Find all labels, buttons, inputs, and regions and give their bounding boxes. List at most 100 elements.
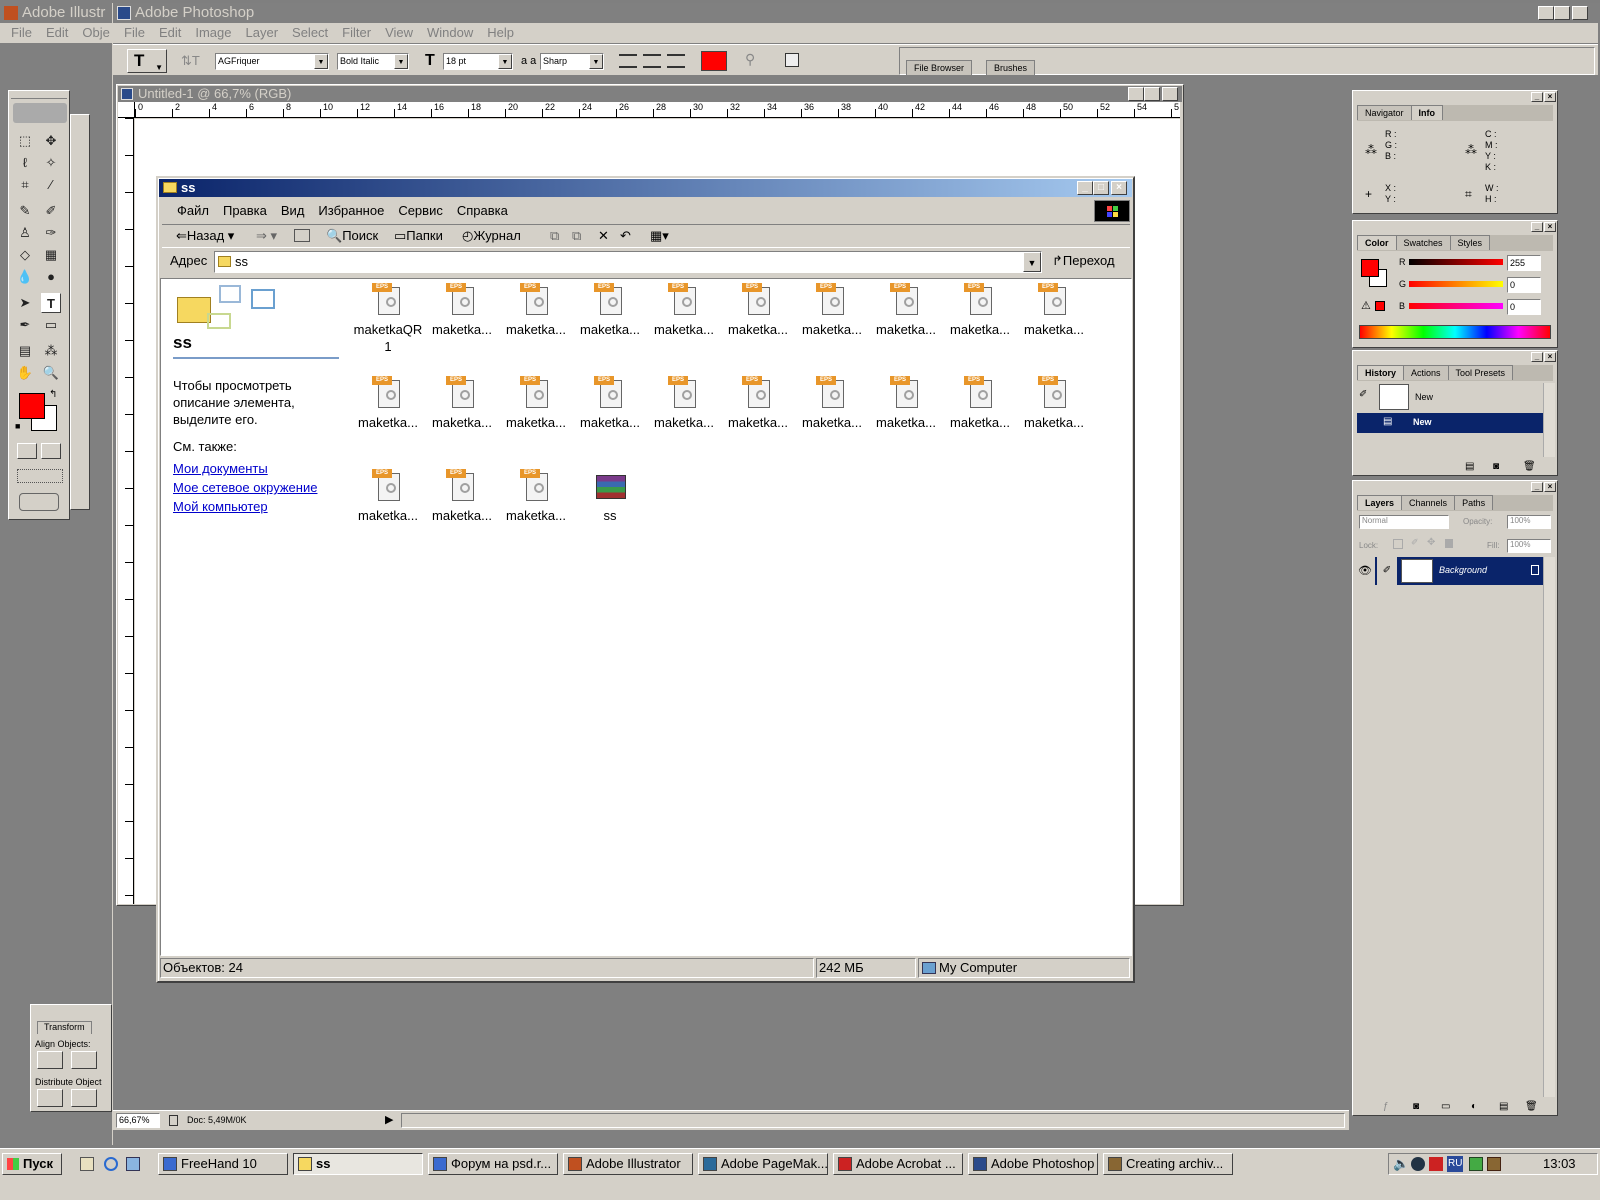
swap-colors-icon[interactable]: ↰ — [49, 389, 57, 400]
file-item[interactable]: EPS maketka... — [499, 283, 573, 338]
jump-to-imageready-button[interactable] — [19, 493, 59, 511]
file-item[interactable]: EPS maketka... — [869, 376, 943, 431]
layers-palette-close[interactable]: × — [1544, 482, 1556, 492]
font-size-select[interactable]: 18 pt ▼ — [443, 53, 513, 70]
ex-menu-edit[interactable]: Правка — [216, 200, 274, 222]
history-snapshot-icon[interactable]: ◙ — [1493, 461, 1499, 472]
shape-tool-icon[interactable]: ▭ — [41, 315, 61, 335]
tab-tool-presets[interactable]: Tool Presets — [1447, 365, 1514, 380]
tab-layers[interactable]: Layers — [1357, 495, 1403, 510]
taskbar-item[interactable]: FreeHand 10 — [158, 1153, 288, 1175]
lock-pixels-icon[interactable]: ✐ — [1411, 537, 1419, 548]
taskbar-item[interactable]: Creating archiv... — [1103, 1153, 1233, 1175]
delete-icon[interactable]: ✕ — [598, 225, 609, 247]
ex-menu-help[interactable]: Справка — [450, 200, 515, 222]
layer-visibility-eye-icon[interactable]: 👁 — [1355, 557, 1375, 585]
ps-menu-select[interactable]: Select — [285, 23, 335, 43]
toolbox-header[interactable] — [11, 93, 67, 99]
start-button[interactable]: Пуск — [2, 1153, 62, 1175]
zoom-tool-icon[interactable]: 🔍 — [41, 363, 61, 383]
ps-menu-layer[interactable]: Layer — [239, 23, 286, 43]
history-brush-icon[interactable]: ✑ — [41, 223, 61, 243]
tab-info[interactable]: Info — [1410, 105, 1444, 120]
eraser-tool-icon[interactable]: ◇ — [15, 245, 35, 265]
pen-tool-icon[interactable]: ✒ — [15, 315, 35, 335]
quickmask-mode-button[interactable] — [41, 443, 61, 459]
views-button-icon[interactable]: ▦▾ — [650, 225, 669, 247]
new-layer-icon[interactable]: ▤ — [1499, 1101, 1508, 1112]
address-input[interactable]: ss ▼ — [214, 251, 1042, 273]
color-palette-minimize[interactable]: _ — [1531, 222, 1543, 232]
history-palette-minimize[interactable]: _ — [1531, 352, 1543, 362]
history-snapshot-row[interactable]: ✐ New — [1357, 383, 1543, 411]
file-item[interactable]: EPS maketka... — [721, 283, 795, 338]
up-folder-icon[interactable] — [294, 229, 310, 242]
blur-tool-icon[interactable]: 💧 — [15, 267, 35, 287]
palettes-toggle-icon[interactable] — [785, 53, 799, 67]
layer-brush-icon[interactable]: ✐ — [1377, 557, 1397, 585]
history-button[interactable]: ◴Журнал — [462, 225, 521, 247]
screen-mode-buttons[interactable] — [17, 469, 63, 483]
file-item[interactable]: EPS maketka... — [795, 376, 869, 431]
il-menu-object[interactable]: Obje — [75, 23, 112, 43]
well-tab-brushes[interactable]: Brushes — [986, 60, 1036, 75]
antivirus-tray-icon[interactable] — [1411, 1157, 1425, 1171]
document-titlebar[interactable]: Untitled-1 @ 66,7% (RGB) _ □ × — [118, 86, 1182, 102]
stamp-tool-icon[interactable]: ♙ — [15, 223, 35, 243]
path-selection-icon[interactable]: ➤ — [15, 293, 35, 313]
color-ramp[interactable] — [1359, 325, 1551, 339]
delete-layer-icon[interactable]: 🗑 — [1525, 1101, 1538, 1112]
distribute-top-button[interactable] — [37, 1089, 63, 1107]
taskbar-item[interactable]: Adobe Acrobat ... — [833, 1153, 963, 1175]
file-item[interactable]: EPS maketka... — [499, 376, 573, 431]
ie-icon[interactable] — [104, 1157, 118, 1171]
network-tray-icon[interactable] — [1469, 1157, 1483, 1171]
zoom-field[interactable]: 66,67% — [116, 1113, 160, 1128]
b-value-field[interactable]: 0 — [1507, 299, 1541, 315]
taskbar-item[interactable]: Форум на psd.r... — [428, 1153, 558, 1175]
file-item[interactable]: EPS maketka... — [1017, 283, 1091, 338]
ps-maximize-button[interactable]: □ — [1554, 6, 1570, 20]
gamut-swatch[interactable] — [1375, 301, 1385, 311]
color-palette-close[interactable]: × — [1544, 222, 1556, 232]
explorer-close-button[interactable]: × — [1111, 181, 1127, 195]
foreground-color-swatch[interactable] — [19, 393, 45, 419]
align-center-button[interactable] — [643, 54, 661, 68]
file-item[interactable]: EPS maketka... — [647, 283, 721, 338]
ps-menu-help[interactable]: Help — [480, 23, 521, 43]
tab-channels[interactable]: Channels — [1401, 495, 1456, 510]
doc-close-button[interactable]: × — [1162, 87, 1178, 101]
opacity-field[interactable]: 100% — [1507, 515, 1551, 529]
layers-palette-minimize[interactable]: _ — [1531, 482, 1543, 492]
photoshop-titlebar[interactable]: Adobe Photoshop _ □ × — [113, 3, 1598, 23]
ps-close-button[interactable]: × — [1572, 6, 1588, 20]
explorer-titlebar[interactable]: ss _ □ × — [159, 179, 1132, 197]
taskbar-item[interactable]: ss — [293, 1153, 423, 1175]
ps-menu-view[interactable]: View — [378, 23, 420, 43]
align-hcenter-button[interactable] — [71, 1051, 97, 1069]
antialias-select[interactable]: Sharp ▼ — [540, 53, 604, 70]
well-tab-file-browser[interactable]: File Browser — [906, 60, 973, 75]
ex-menu-view[interactable]: Вид — [274, 200, 312, 222]
slice-tool-icon[interactable]: ⁄ — [41, 175, 61, 195]
file-item[interactable]: EPS maketka... — [647, 376, 721, 431]
acrobat-tray-icon[interactable] — [1429, 1157, 1443, 1171]
ps-menu-window[interactable]: Window — [420, 23, 480, 43]
winrar-tray-icon[interactable] — [1487, 1157, 1501, 1171]
adobe-online-button[interactable] — [13, 103, 67, 123]
move-to-icon[interactable]: ⧉ — [550, 225, 559, 247]
hand-tool-icon[interactable]: ✋ — [15, 363, 35, 383]
link-network-places[interactable]: Мое сетевое окружение — [173, 480, 353, 495]
ps-menu-image[interactable]: Image — [188, 23, 238, 43]
distribute-vcenter-button[interactable] — [71, 1089, 97, 1107]
r-value-field[interactable]: 255 — [1507, 255, 1541, 271]
taskbar-item[interactable]: Adobe Photoshop — [968, 1153, 1098, 1175]
ex-menu-tools[interactable]: Сервис — [391, 200, 450, 222]
tab-swatches[interactable]: Swatches — [1395, 235, 1451, 250]
file-item[interactable]: EPS maketka... — [351, 376, 425, 431]
tab-actions[interactable]: Actions — [1403, 365, 1449, 380]
tool-preset-picker[interactable]: T ▼ — [127, 49, 167, 73]
tab-styles[interactable]: Styles — [1449, 235, 1491, 250]
nav-palette-minimize[interactable]: _ — [1531, 92, 1543, 102]
font-style-select[interactable]: Bold Italic ▼ — [337, 53, 409, 70]
